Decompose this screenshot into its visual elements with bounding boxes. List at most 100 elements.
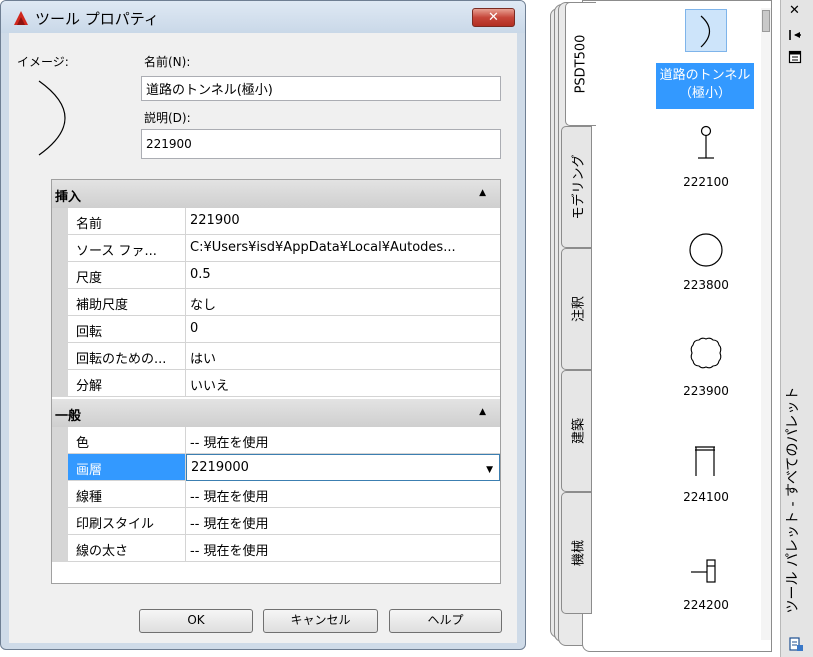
property-value-text: -- 現在を使用	[190, 490, 269, 505]
property-row[interactable]: 線の太さ -- 現在を使用	[52, 535, 500, 562]
ok-button[interactable]: OK	[139, 609, 253, 633]
palette-scrollbar-thumb[interactable]	[762, 10, 770, 32]
row-gutter	[52, 262, 68, 289]
property-row[interactable]: 名前 221900	[52, 208, 500, 235]
row-gutter	[52, 508, 68, 535]
tool-preview-image	[38, 80, 66, 156]
tool-properties-dialog: ツール プロパティ ✕ イメージ: 名前(N): 説明(D): 挿入 ▲ 名前 221…	[0, 0, 526, 650]
tool-224200-label[interactable]: 224200	[636, 598, 776, 612]
image-label: イメージ:	[17, 55, 69, 69]
property-name: 回転	[68, 316, 186, 343]
row-gutter	[52, 208, 68, 235]
palette-scrollbar[interactable]	[761, 8, 771, 640]
row-gutter	[52, 481, 68, 508]
layer-dropdown[interactable]: 2219000 ▼	[186, 454, 500, 481]
dropdown-arrow-icon[interactable]: ▼	[486, 465, 493, 475]
pin-icon[interactable]	[694, 125, 718, 161]
tool-223900-label[interactable]: 223900	[636, 384, 776, 398]
property-value[interactable]: いいえ	[186, 370, 500, 397]
row-gutter	[52, 454, 68, 481]
row-gutter	[52, 427, 68, 454]
property-value-text: 0.5	[190, 267, 211, 282]
property-value-text: 0	[190, 321, 199, 336]
tool-tunnel-label[interactable]: 道路のトンネル（極小）	[656, 63, 754, 109]
row-gutter	[52, 289, 68, 316]
tool-224100-label[interactable]: 224100	[636, 490, 776, 504]
gate-icon[interactable]	[692, 444, 718, 478]
dialog-title: ツール プロパティ	[35, 10, 159, 28]
property-value[interactable]: C:¥Users¥isd¥AppData¥Local¥Autodes...	[186, 235, 500, 262]
property-row[interactable]: 線種 -- 現在を使用	[52, 481, 500, 508]
close-icon: ✕	[488, 10, 499, 25]
wavy-circle-icon[interactable]	[689, 336, 723, 370]
row-gutter	[52, 343, 68, 370]
palette-menu-icon[interactable]	[788, 636, 804, 652]
property-value[interactable]: 0	[186, 316, 500, 343]
circle-icon[interactable]	[687, 232, 725, 268]
property-value[interactable]: -- 現在を使用	[186, 481, 500, 508]
property-row[interactable]: ソース ファ... C:¥Users¥isd¥AppData¥Local¥Auto…	[52, 235, 500, 262]
tool-223800-label[interactable]: 223800	[636, 278, 776, 292]
tab-annotation[interactable]: 注釈	[561, 248, 592, 370]
post-icon[interactable]	[689, 556, 723, 586]
property-value-text: いいえ	[190, 379, 230, 394]
description-input[interactable]	[141, 129, 501, 159]
property-value-text: C:¥Users¥isd¥AppData¥Local¥Autodes...	[190, 240, 456, 255]
property-name: 補助尺度	[68, 289, 186, 316]
property-grid: 挿入 ▲ 名前 221900 ソース ファ... C:¥Users¥isd¥AppData…	[51, 179, 501, 584]
name-label: 名前(N):	[144, 55, 191, 69]
property-row[interactable]: 補助尺度 なし	[52, 289, 500, 316]
property-name: 線種	[68, 481, 186, 508]
tab-psdt500[interactable]: PSDT500	[565, 2, 596, 126]
property-value-text: -- 現在を使用	[190, 544, 269, 559]
property-value[interactable]: 0.5	[186, 262, 500, 289]
palette-close-icon[interactable]: ✕	[789, 3, 800, 18]
tab-label: 建築	[571, 417, 586, 445]
category-header[interactable]: 挿入 ▲	[52, 180, 500, 208]
property-name: 印刷スタイル	[68, 508, 186, 535]
tab-mechanical[interactable]: 機械	[561, 492, 592, 614]
autohide-icon[interactable]	[788, 28, 802, 42]
title-bar[interactable]: ツール プロパティ ✕	[1, 1, 525, 33]
collapse-arrow-icon[interactable]: ▲	[479, 188, 486, 198]
tool-222100-label[interactable]: 222100	[636, 175, 776, 189]
cancel-button[interactable]: キャンセル	[263, 609, 378, 633]
property-name: ソース ファ...	[68, 235, 186, 262]
property-row[interactable]: 分解 いいえ	[52, 370, 500, 397]
property-value-text: 221900	[190, 213, 240, 228]
help-button[interactable]: ヘルプ	[389, 609, 502, 633]
property-row[interactable]: 色 -- 現在を使用	[52, 427, 500, 454]
property-row[interactable]: 尺度 0.5	[52, 262, 500, 289]
arc-icon	[700, 15, 711, 48]
collapse-arrow-icon[interactable]: ▲	[479, 407, 486, 417]
property-row[interactable]: 画層 2219000 ▼	[52, 454, 500, 481]
property-name: 尺度	[68, 262, 186, 289]
name-input[interactable]	[141, 76, 501, 101]
property-value-text: -- 現在を使用	[190, 436, 269, 451]
tab-label: モデリング	[571, 154, 586, 220]
close-button[interactable]: ✕	[472, 8, 515, 27]
tab-label: 機械	[571, 539, 586, 567]
property-value[interactable]: -- 現在を使用	[186, 427, 500, 454]
description-label: 説明(D):	[144, 111, 191, 125]
property-row[interactable]: 回転 0	[52, 316, 500, 343]
property-value[interactable]: -- 現在を使用	[186, 535, 500, 562]
property-name: 分解	[68, 370, 186, 397]
property-name: 画層	[68, 454, 186, 481]
property-value[interactable]: 221900	[186, 208, 500, 235]
tab-architecture[interactable]: 建築	[561, 370, 592, 492]
tool-tunnel-icon-box[interactable]	[685, 9, 727, 52]
tab-modeling[interactable]: モデリング	[561, 126, 592, 248]
row-gutter	[52, 235, 68, 262]
property-value[interactable]: はい	[186, 343, 500, 370]
property-row[interactable]: 印刷スタイル -- 現在を使用	[52, 508, 500, 535]
property-value[interactable]: なし	[186, 289, 500, 316]
property-row[interactable]: 回転のための... はい	[52, 343, 500, 370]
autocad-app-icon	[14, 11, 28, 25]
property-name: 名前	[68, 208, 186, 235]
properties-icon[interactable]	[788, 50, 802, 64]
property-value[interactable]: -- 現在を使用	[186, 508, 500, 535]
row-gutter	[52, 316, 68, 343]
category-header[interactable]: 一般 ▲	[52, 399, 500, 427]
property-name: 線の太さ	[68, 535, 186, 562]
